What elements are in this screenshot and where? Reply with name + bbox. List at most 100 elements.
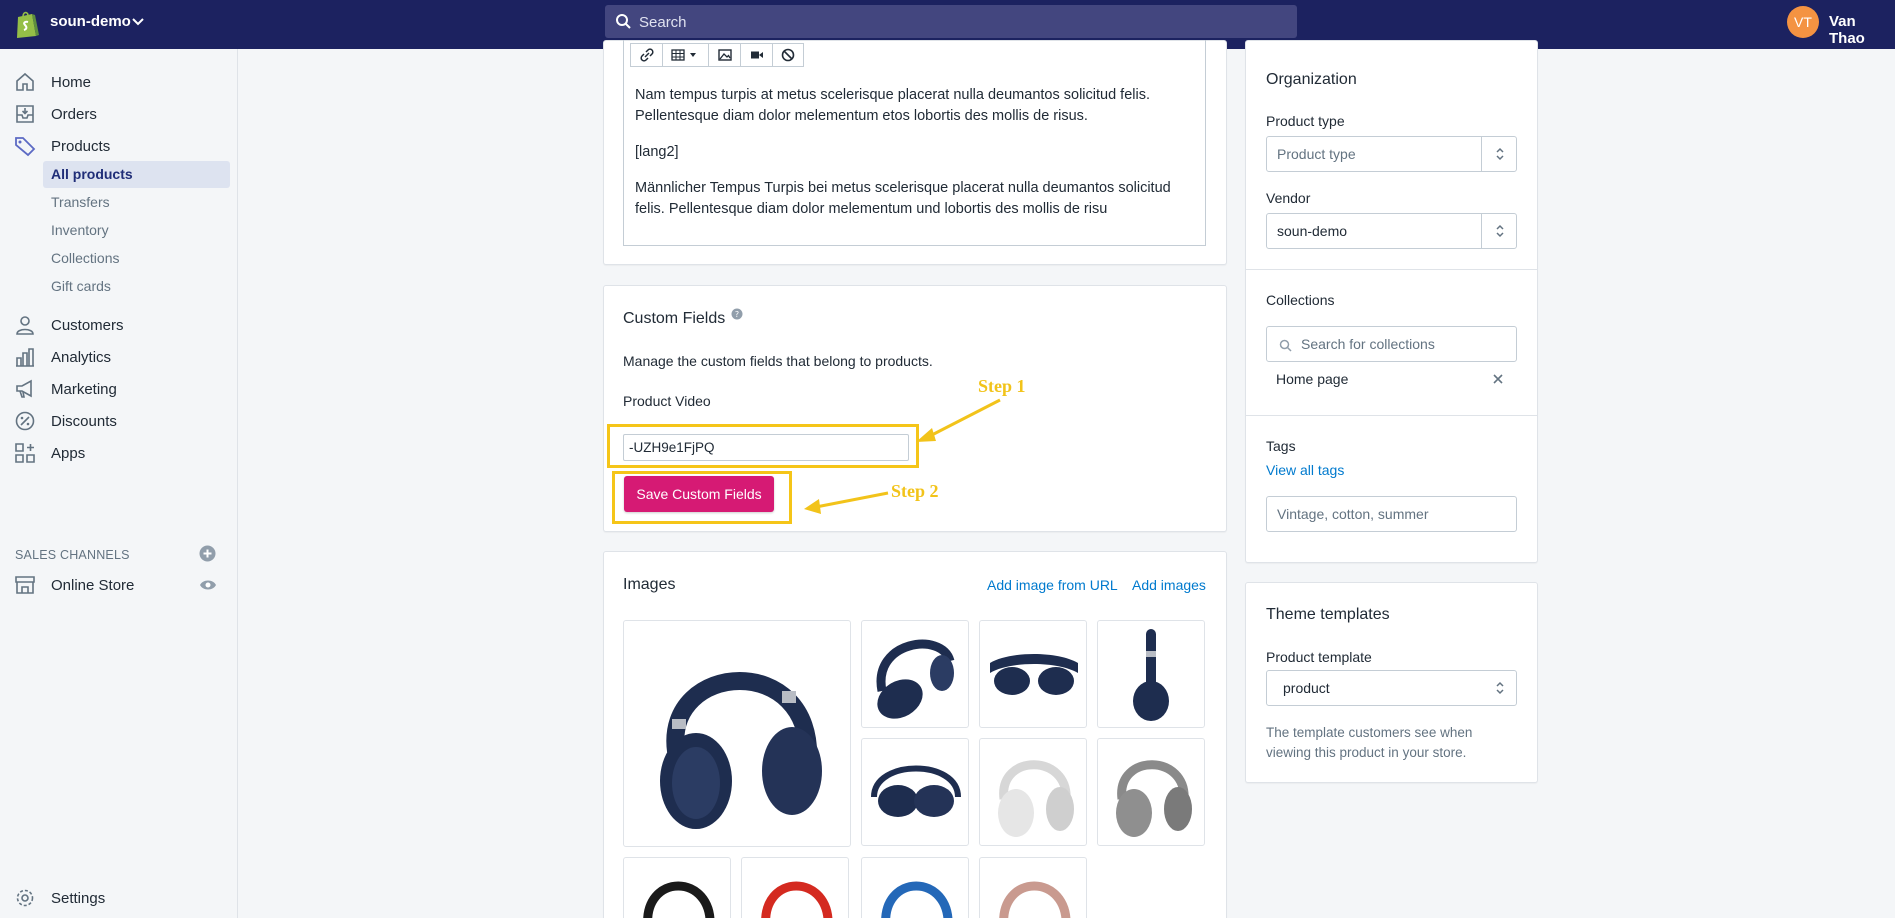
add-images-link[interactable]: Add images <box>1132 577 1206 593</box>
editor-paragraph: [lang2] <box>635 144 679 160</box>
search-icon <box>1279 339 1292 352</box>
sidebar-item-online-store[interactable]: Online Store <box>14 573 134 597</box>
insert-video-button[interactable] <box>741 44 773 66</box>
sidebar-item-label: Marketing <box>51 380 117 398</box>
headphones-gray-image <box>1116 760 1192 837</box>
sidebar-item-discounts[interactable]: Discounts <box>14 409 117 433</box>
product-image-thumb[interactable] <box>979 620 1087 728</box>
vendor-label: Vendor <box>1266 190 1311 206</box>
organization-title: Organization <box>1266 71 1357 88</box>
step1-arrow <box>916 398 1001 442</box>
editor-paragraph: Männlicher Tempus Turpis bei metus scele… <box>635 180 1171 217</box>
headphones-front-image <box>1133 629 1169 721</box>
select-arrows-icon <box>1496 147 1504 161</box>
product-image-thumb[interactable] <box>741 857 849 918</box>
tags-placeholder: Vintage, cotton, summer <box>1277 506 1429 522</box>
product-video-label: Product Video <box>623 393 711 409</box>
product-template-select[interactable]: product <box>1266 670 1517 706</box>
product-image-thumb[interactable] <box>1097 738 1205 846</box>
chevron-down-icon[interactable] <box>131 15 145 29</box>
sidebar-item-label: Orders <box>51 105 97 123</box>
help-icon[interactable]: ? <box>731 308 743 320</box>
eye-icon[interactable] <box>199 578 217 592</box>
insert-link-button[interactable] <box>631 44 663 66</box>
link-icon <box>639 48 654 62</box>
insert-table-button[interactable] <box>663 44 709 66</box>
headphones-folded-image <box>990 654 1078 695</box>
shopify-logo-icon[interactable] <box>14 9 40 39</box>
sidebar-item-label: Discounts <box>51 412 117 430</box>
product-type-label: Product type <box>1266 113 1345 129</box>
vendor-select[interactable]: soun-demo <box>1266 213 1517 249</box>
collections-label: Collections <box>1266 292 1335 308</box>
avatar[interactable]: VT <box>1787 6 1819 38</box>
product-video-input[interactable]: -UZH9e1FjPQ <box>623 434 909 461</box>
sidebar-item-transfers[interactable]: Transfers <box>43 189 230 216</box>
sidebar-item-label: Settings <box>51 889 106 907</box>
user-name[interactable]: Van Thao <box>1829 13 1895 47</box>
insert-image-button[interactable] <box>709 44 741 66</box>
sidebar-item-apps[interactable]: Apps <box>14 441 85 465</box>
product-image-thumb[interactable] <box>861 620 969 728</box>
sidebar-item-settings[interactable]: Settings <box>14 886 105 910</box>
select-separator <box>1481 137 1482 171</box>
remove-collection-icon[interactable] <box>1493 374 1503 384</box>
collections-placeholder: Search for collections <box>1301 336 1435 352</box>
sidebar-item-collections[interactable]: Collections <box>43 245 230 272</box>
sidebar-item-inventory[interactable]: Inventory <box>43 217 230 244</box>
headphones-red-image <box>761 881 833 918</box>
images-title: Images <box>623 576 676 593</box>
product-image-thumb[interactable] <box>979 857 1087 918</box>
video-icon <box>750 51 763 59</box>
sidebar-item-analytics[interactable]: Analytics <box>14 345 111 369</box>
sidebar-item-orders[interactable]: Orders <box>14 102 97 126</box>
headphones-white-image <box>998 760 1074 837</box>
add-channel-icon[interactable] <box>199 545 216 562</box>
search-bar[interactable]: Search <box>605 5 1297 38</box>
product-template-value: product <box>1283 680 1330 696</box>
shop-name[interactable]: soun-demo <box>50 13 131 30</box>
customers-icon <box>16 316 34 335</box>
editor-toolbar <box>630 43 804 67</box>
headphones-black-image <box>643 881 715 918</box>
custom-fields-title: Custom Fields <box>623 310 726 327</box>
tag-icon <box>15 137 36 157</box>
product-type-placeholder: Product type <box>1277 146 1356 162</box>
product-image-thumb[interactable] <box>861 738 969 846</box>
custom-fields-description: Manage the custom fields that belong to … <box>623 353 933 369</box>
sidebar-item-products[interactable]: Products <box>14 134 110 158</box>
sidebar-item-label: Home <box>51 73 92 91</box>
sidebar-item-marketing[interactable]: Marketing <box>14 377 117 401</box>
megaphone-icon <box>16 379 32 398</box>
product-image-main[interactable] <box>623 620 851 847</box>
sidebar-item-gift-cards[interactable]: Gift cards <box>43 273 230 300</box>
collection-tag-home-page: Home page <box>1276 371 1349 387</box>
collections-search-input[interactable]: Search for collections <box>1266 326 1517 362</box>
select-separator <box>1481 214 1482 248</box>
sidebar-item-all-products[interactable]: All products <box>43 161 230 188</box>
sidebar-item-label: Customers <box>51 316 124 334</box>
product-image-thumb[interactable] <box>979 738 1087 846</box>
product-image-thumb[interactable] <box>861 857 969 918</box>
clear-formatting-button[interactable] <box>773 44 803 66</box>
image-icon <box>717 49 732 61</box>
home-icon <box>16 72 34 91</box>
select-arrows-icon <box>1496 681 1504 695</box>
view-all-tags-link[interactable]: View all tags <box>1266 462 1344 478</box>
editor-paragraph: Nam tempus turpis at metus scelerisque p… <box>635 87 1150 124</box>
table-icon <box>670 49 696 61</box>
sidebar-item-home[interactable]: Home <box>14 70 91 94</box>
search-icon <box>616 14 631 29</box>
clear-format-icon <box>781 48 795 62</box>
product-type-select[interactable]: Product type <box>1266 136 1517 172</box>
divider <box>1245 415 1537 416</box>
product-image-thumb[interactable] <box>623 857 731 918</box>
add-image-from-url-link[interactable]: Add image from URL <box>987 577 1118 593</box>
tags-input[interactable]: Vintage, cotton, summer <box>1266 496 1517 532</box>
headphones-rose-image <box>999 881 1071 918</box>
svg-text:?: ? <box>735 310 739 319</box>
sidebar-item-customers[interactable]: Customers <box>14 313 124 337</box>
save-custom-fields-button[interactable]: Save Custom Fields <box>624 476 774 512</box>
product-image-thumb[interactable] <box>1097 620 1205 728</box>
product-template-label: Product template <box>1266 649 1372 665</box>
